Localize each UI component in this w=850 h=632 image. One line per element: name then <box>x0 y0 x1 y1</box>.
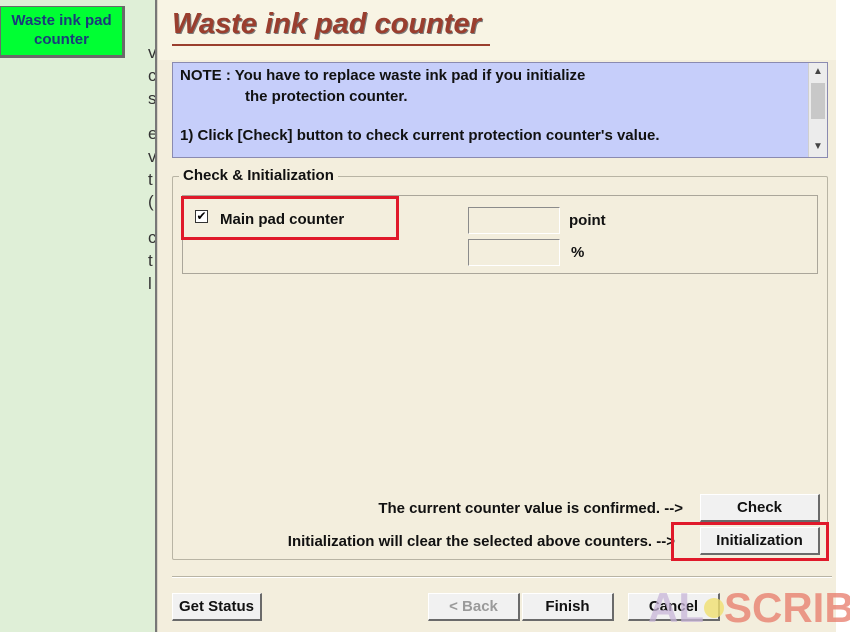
background-fragment: t <box>148 170 153 189</box>
highlight-main-pad-counter <box>181 196 399 240</box>
group-legend: Check & Initialization <box>179 167 338 184</box>
check-button[interactable]: Check <box>700 494 820 522</box>
background-fragment: ( <box>148 192 154 211</box>
scroll-up-icon[interactable]: ▲ <box>809 66 827 77</box>
back-button[interactable]: < Back <box>428 593 520 621</box>
waste-ink-pad-dialog: Waste ink pad counter NOTE : You have to… <box>157 0 850 632</box>
scroll-down-icon[interactable]: ▼ <box>809 141 827 152</box>
background-fragment: l <box>148 274 152 293</box>
note-line: NOTE : You have to replace waste ink pad… <box>180 67 586 84</box>
percent-value-field <box>468 239 560 266</box>
get-status-button[interactable]: Get Status <box>172 593 262 621</box>
cancel-button[interactable]: Cancel <box>628 593 720 621</box>
scroll-thumb[interactable] <box>811 83 825 119</box>
point-value-field <box>468 207 560 234</box>
note-scrollbar[interactable]: ▲ ▼ <box>808 63 827 157</box>
note-line: the protection counter. <box>245 88 408 105</box>
point-unit-label: point <box>569 212 606 229</box>
highlight-initialization-button <box>671 522 829 561</box>
background-fragment: t <box>148 251 153 270</box>
footer-divider <box>172 576 832 578</box>
finish-button[interactable]: Finish <box>522 593 614 621</box>
note-line: 1) Click [Check] button to check current… <box>180 127 660 144</box>
title-underline <box>172 44 490 46</box>
check-instruction: The current counter value is confirmed. … <box>378 500 683 517</box>
page-title: Waste ink pad counter <box>172 8 481 40</box>
sidebar-item-waste-ink-pad-counter[interactable]: Waste ink pad counter <box>0 6 125 58</box>
initialization-instruction: Initialization will clear the selected a… <box>287 533 675 550</box>
sidebar-item-label: Waste ink pad counter <box>11 12 112 48</box>
dialog-header: Waste ink pad counter <box>158 0 836 60</box>
note-textarea[interactable]: NOTE : You have to replace waste ink pad… <box>172 62 828 158</box>
window-right-strip <box>836 0 850 632</box>
percent-unit-label: % <box>571 244 585 261</box>
